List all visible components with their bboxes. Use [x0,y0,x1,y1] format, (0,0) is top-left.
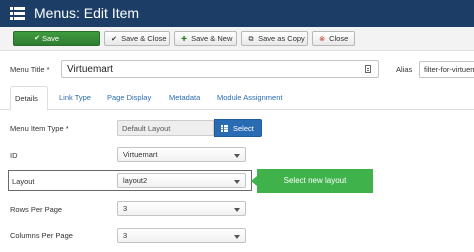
columns-per-page-value: 3 [123,231,128,240]
tab-page-display[interactable]: Page Display [107,93,151,102]
menu-list-icon [10,7,25,20]
rows-per-page-label: Rows Per Page [10,205,63,214]
alias-label: Alias [396,65,413,74]
document-icon [365,65,371,73]
layout-label: Layout [12,177,35,186]
menu-item-type-label: Menu Item Type * [10,124,69,133]
menu-title-value: Virtuemart [67,64,113,75]
toolbar: ✔ Save ✔ Save & Close ✚ Save & New ⧉ Sav… [0,27,474,51]
tab-metadata[interactable]: Metadata [169,93,200,102]
chevron-down-icon [234,180,240,184]
id-dropdown[interactable]: Virtuemart [117,147,246,162]
close-icon: ⊗ [319,36,325,43]
chevron-down-icon [234,154,240,158]
close-button[interactable]: ⊗ Close [312,31,355,46]
menu-item-type-value: Default Layout [122,124,171,133]
plus-icon: ✚ [181,36,187,43]
columns-per-page-label: Columns Per Page [10,231,73,240]
callout-text: Select new layout [283,176,347,185]
save-button-label: Save [42,34,60,43]
save-new-label: Save & New [191,34,233,43]
alias-value: filter-for-virtuemart [424,65,474,74]
tab-link-type[interactable]: Link Type [59,93,91,102]
select-button-label: Select [233,124,254,133]
select-button[interactable]: Select [214,119,262,137]
select-new-layout-callout: Select new layout [257,169,373,193]
layout-value: layout2 [123,176,148,185]
save-copy-label: Save as Copy [258,34,305,43]
rows-per-page-dropdown[interactable]: 3 [117,201,246,216]
chevron-down-icon [234,208,240,212]
id-value: Virtuemart [123,150,158,159]
rows-per-page-value: 3 [123,204,128,213]
tab-module-assignment[interactable]: Module Assignment [217,93,282,102]
layout-dropdown[interactable]: layout2 [117,173,246,188]
menu-title-input[interactable]: Virtuemart [61,60,379,78]
check-icon: ✔ [111,36,117,43]
tab-details[interactable]: Details [10,86,48,111]
list-icon [221,125,228,132]
columns-per-page-dropdown[interactable]: 3 [117,228,246,243]
id-label: ID [10,151,18,160]
page-title: Menus: Edit Item [34,5,140,21]
tab-bar: Details Link Type Page Display Metadata … [0,86,474,111]
chevron-down-icon [234,235,240,239]
save-new-button[interactable]: ✚ Save & New [174,31,237,46]
save-close-label: Save & Close [121,34,167,43]
check-icon: ✔ [34,35,40,42]
save-button[interactable]: ✔ Save [13,31,100,46]
page-header: Menus: Edit Item [0,0,474,27]
save-close-button[interactable]: ✔ Save & Close [104,31,170,46]
menu-item-type-field: Default Layout [117,120,214,136]
close-label: Close [329,34,349,43]
menu-title-label: Menu Title * [10,65,50,74]
copy-icon: ⧉ [248,36,254,43]
alias-input[interactable]: filter-for-virtuemart [419,61,474,78]
save-copy-button[interactable]: ⧉ Save as Copy [241,31,308,46]
